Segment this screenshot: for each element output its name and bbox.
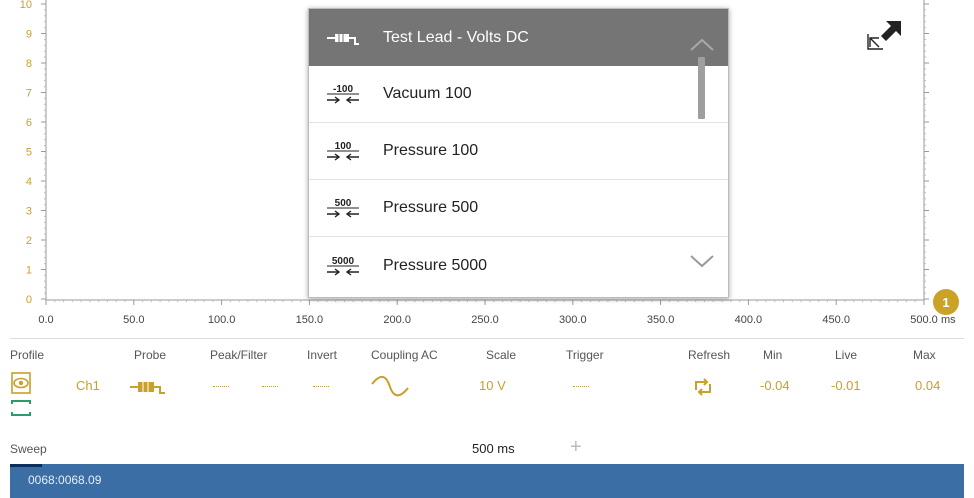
probe-dropdown[interactable]: Test Lead - Volts DC -100 Vacuum 100 100 xyxy=(308,8,729,298)
y-tick-label: 6 xyxy=(26,117,32,129)
probe-icon[interactable] xyxy=(128,378,168,399)
x-tick-label: 200.0 xyxy=(383,314,411,326)
min-value: -0.04 xyxy=(760,378,790,393)
coupling-header: Coupling AC xyxy=(371,348,438,362)
chevron-up-icon[interactable] xyxy=(687,35,717,60)
x-tick-label: 150.0 xyxy=(296,314,324,326)
x-tick-label: 300.0 xyxy=(559,314,587,326)
x-tick-label: 400.0 xyxy=(735,314,763,326)
y-tick-label: 9 xyxy=(26,29,32,41)
trigger-value[interactable] xyxy=(573,386,589,387)
dropdown-item-pressure-100[interactable]: 100 Pressure 100 xyxy=(309,123,728,180)
x-tick-label: 100.0 xyxy=(208,314,236,326)
ac-wave-icon[interactable] xyxy=(370,375,410,401)
sweep-label: Sweep xyxy=(10,442,47,456)
dropdown-item-pressure-500[interactable]: 500 Pressure 500 xyxy=(309,180,728,237)
pressure-500-icon-text: 500 xyxy=(335,198,352,209)
y-tick-label: 7 xyxy=(26,88,32,100)
dropdown-item-label: Vacuum 100 xyxy=(383,85,472,102)
scale-value[interactable]: 10 V xyxy=(479,378,506,393)
sweep-plus-button[interactable]: + xyxy=(570,436,582,459)
y-tick-label: 1 xyxy=(26,265,32,277)
invert-value[interactable] xyxy=(313,386,329,387)
y-tick-label: 2 xyxy=(26,235,32,247)
scope-screen: 10 9 8 7 6 5 4 3 2 1 0 0.0 50.0 100.0 150.0 200.0 250.0 3… xyxy=(10,0,964,498)
channel-label: Ch1 xyxy=(76,378,100,393)
live-value: -0.01 xyxy=(831,378,861,393)
dropdown-item-vacuum-100[interactable]: -100 Vacuum 100 xyxy=(309,66,728,123)
x-tick-label: 350.0 xyxy=(647,314,675,326)
peak-filter-header: Peak/Filter xyxy=(210,348,268,362)
marker-label: 1 xyxy=(942,294,950,310)
status-bar-time: 0068:0068.09 xyxy=(28,473,102,487)
pressure-5000-icon: 5000 xyxy=(321,251,365,281)
refresh-header: Refresh xyxy=(688,348,731,362)
y-tick-label: 4 xyxy=(26,176,32,188)
control-panel: Profile Probe Peak/Filter Invert Couplin… xyxy=(10,342,964,462)
pressure-100-icon-text: 100 xyxy=(335,141,352,152)
eye-icon[interactable] xyxy=(11,372,31,397)
cursor-marker[interactable]: 1 xyxy=(933,289,959,315)
test-lead-icon xyxy=(321,23,365,53)
max-header: Max xyxy=(913,348,936,362)
x-tick-label: 0.0 xyxy=(38,314,53,326)
pressure-500-icon: 500 xyxy=(321,193,365,223)
dropdown-item-test-lead[interactable]: Test Lead - Volts DC xyxy=(309,9,728,66)
pressure-100-icon: 100 xyxy=(321,136,365,166)
vacuum-100-icon-text: -100 xyxy=(333,84,353,95)
x-tick-label: 50.0 xyxy=(123,314,144,326)
dropdown-item-label: Pressure 500 xyxy=(383,199,479,216)
refresh-icon[interactable] xyxy=(693,377,713,400)
expand-icon[interactable] xyxy=(864,18,904,59)
sweep-value[interactable]: 500 ms xyxy=(472,441,515,456)
x-unit-label: ms xyxy=(941,314,956,326)
x-tick-label: 500.0 xyxy=(910,314,938,326)
status-bar: 0068:0068.09 xyxy=(10,464,964,498)
live-header: Live xyxy=(835,348,858,362)
y-tick-label: 8 xyxy=(26,58,32,70)
min-header: Min xyxy=(763,348,783,362)
filter-value[interactable] xyxy=(262,386,278,387)
x-tick-label: 450.0 xyxy=(822,314,850,326)
chevron-down-icon[interactable] xyxy=(687,251,717,276)
y-tick-label: 5 xyxy=(26,147,32,159)
vacuum-100-icon: -100 xyxy=(321,79,365,109)
y-tick-label: 10 xyxy=(20,0,32,11)
y-tick-label: 3 xyxy=(26,206,32,218)
profile-header: Profile xyxy=(10,348,45,362)
scale-header: Scale xyxy=(486,348,517,362)
dropdown-item-label: Pressure 100 xyxy=(383,142,479,159)
dropdown-item-label: Pressure 5000 xyxy=(383,256,488,274)
probe-header: Probe xyxy=(134,348,167,362)
y-tick-label: 0 xyxy=(26,294,32,306)
profile-bracket-icon[interactable] xyxy=(11,400,31,419)
pressure-5000-icon-text: 5000 xyxy=(332,256,355,267)
dropdown-item-pressure-5000[interactable]: 5000 Pressure 5000 xyxy=(309,237,728,294)
invert-header: Invert xyxy=(307,348,338,362)
panel-divider xyxy=(10,338,964,339)
status-bar-accent xyxy=(10,464,42,467)
x-tick-label: 250.0 xyxy=(471,314,499,326)
max-value: 0.04 xyxy=(915,378,941,393)
peak-value[interactable] xyxy=(213,386,229,387)
dropdown-scrollbar[interactable] xyxy=(698,57,705,119)
dropdown-item-label: Test Lead - Volts DC xyxy=(383,28,529,46)
trigger-header: Trigger xyxy=(566,348,604,362)
